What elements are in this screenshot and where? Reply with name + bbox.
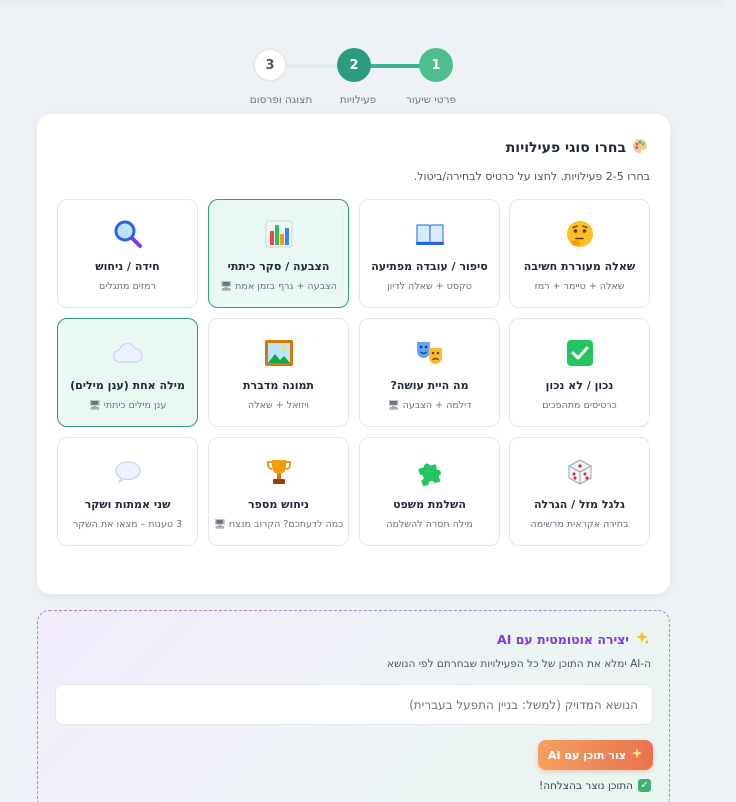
theater-masks-icon	[360, 337, 499, 369]
ai-panel-title: יצירה אוטומטית עם AI	[497, 631, 649, 648]
tile-description: רמזים מתגלים	[99, 281, 156, 292]
activity-types-card: בחרו סוגי פעילויות בחרו 2-5 פעילויות. לח…	[37, 114, 670, 594]
activity-tile-class-poll[interactable]: הצבעה / סקר כיתתי הצבעה + גרף בזמן אמת 🖥	[208, 199, 349, 308]
success-message: ✓ התוכן נוצר בהצלחה!	[539, 779, 651, 792]
step-1-label: פרטי שיעור	[405, 94, 457, 106]
activity-tile-lucky-wheel[interactable]: גלגל מזל / הגרלה בחירה אקראית מרשימה	[509, 437, 650, 546]
tile-description: כרטיסים מתהפכים	[542, 400, 617, 411]
progress-stepper: 3 2 1 תצוגה ופרסום פעילויות פרטי שיעור	[0, 24, 736, 106]
tile-name: תמונה מדברת	[243, 379, 314, 392]
speech-bubble-icon	[58, 456, 197, 488]
cloud-icon	[58, 337, 197, 369]
tile-description: טקסט + שאלה לדיון	[387, 281, 472, 292]
step-1-circle[interactable]: 1	[419, 48, 453, 82]
card-title-text: בחרו סוגי פעילויות	[505, 140, 626, 156]
ai-generation-panel: יצירה אוטומטית עם AI ה-AI ימלא את התוכן …	[37, 610, 670, 802]
activity-tile-complete-sentence[interactable]: השלמת משפט מילה חסרה להשלמה	[359, 437, 500, 546]
tile-description: מילה חסרה להשלמה	[386, 519, 473, 530]
step-3-circle[interactable]: 3	[253, 48, 287, 82]
stepper-connector-done	[366, 64, 422, 68]
tile-name: שני אמתות ושקר	[84, 498, 171, 511]
activity-tile-riddle[interactable]: חידה / ניחוש רמזים מתגלים	[57, 199, 198, 308]
check-box-icon	[510, 337, 649, 369]
open-book-icon	[360, 218, 499, 250]
thinking-face-icon	[510, 218, 649, 250]
activity-tile-guess-number[interactable]: ניחוש מספר כמה לדעתכם? הקרוב מנצח 🖥	[208, 437, 349, 546]
trophy-icon	[209, 456, 348, 488]
tile-name: סיפור / עובדה מפתיעה	[371, 260, 488, 273]
top-bar	[0, 0, 722, 6]
tile-name: חידה / ניחוש	[95, 260, 160, 273]
tile-description: כמה לדעתכם? הקרוב מנצח 🖥	[213, 519, 344, 530]
tile-description: הצבעה + גרף בזמן אמת 🖥	[220, 281, 337, 292]
magnifier-icon	[58, 218, 197, 250]
tile-name: מה היית עושה?	[390, 379, 469, 392]
tile-name: השלמת משפט	[393, 498, 466, 511]
ai-panel-title-text: יצירה אוטומטית עם AI	[497, 632, 629, 647]
tile-description: ויזואל + שאלה	[247, 400, 310, 411]
check-icon: ✓	[638, 779, 651, 792]
tile-description: שאלה + טיימר + רמז	[534, 281, 625, 292]
puzzle-piece-icon	[360, 456, 499, 488]
activity-tile-talking-picture[interactable]: תמונה מדברת ויזואל + שאלה	[208, 318, 349, 427]
ai-panel-subtitle: ה-AI ימלא את התוכן של כל הפעילויות שבחרת…	[386, 658, 651, 670]
card-subtitle: בחרו 2-5 פעילויות. לחצו על כרטיס לבחירה/…	[413, 170, 650, 183]
tile-description: 3 טענות – מצאו את השקר	[72, 519, 183, 530]
topic-input[interactable]	[55, 684, 653, 725]
activity-tile-true-false[interactable]: נכון / לא נכון כרטיסים מתהפכים	[509, 318, 650, 427]
activity-tile-word-cloud[interactable]: מילה אחת (ענן מילים) ענן מילים כיתתי 🖥	[57, 318, 198, 427]
framed-picture-icon	[209, 337, 348, 369]
activity-tile-dilemma[interactable]: מה היית עושה? דילמה + הצבעה 🖥	[359, 318, 500, 427]
dice-icon	[510, 456, 649, 488]
tile-description: ענן מילים כיתתי 🖥	[88, 400, 167, 411]
tile-name: שאלה מעוררת חשיבה	[523, 260, 636, 273]
activity-tile-story-fact[interactable]: סיפור / עובדה מפתיעה טקסט + שאלה לדיון	[359, 199, 500, 308]
stepper-connector	[284, 64, 342, 68]
palette-icon	[632, 138, 648, 158]
bar-chart-icon	[209, 218, 348, 250]
card-title: בחרו סוגי פעילויות	[506, 138, 648, 158]
sparkles-icon	[635, 631, 649, 648]
tile-name: הצבעה / סקר כיתתי	[227, 260, 330, 273]
sparkles-icon	[631, 747, 643, 763]
success-text: התוכן נוצר בהצלחה!	[539, 779, 633, 792]
activity-tile-two-truths[interactable]: שני אמתות ושקר 3 טענות – מצאו את השקר	[57, 437, 198, 546]
tile-name: ניחוש מספר	[247, 498, 310, 511]
tile-name: נכון / לא נכון	[545, 379, 614, 392]
generate-button-label: צור תוכן עם AI	[548, 748, 626, 762]
step-2-circle[interactable]: 2	[337, 48, 371, 82]
tile-name: גלגל מזל / הגרלה	[534, 498, 625, 511]
tile-name: מילה אחת (ענן מילים)	[70, 379, 185, 392]
tile-description: דילמה + הצבעה 🖥	[387, 400, 472, 411]
generate-ai-content-button[interactable]: צור תוכן עם AI	[538, 740, 653, 770]
activity-tile-thinking-question[interactable]: שאלה מעוררת חשיבה שאלה + טיימר + רמז	[509, 199, 650, 308]
tile-description: בחירה אקראית מרשימה	[530, 519, 629, 530]
